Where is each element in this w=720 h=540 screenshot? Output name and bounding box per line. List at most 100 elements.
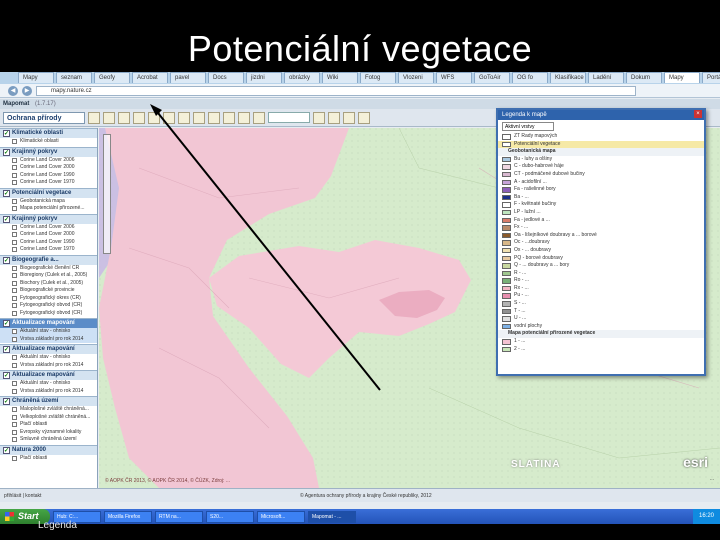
browser-tab[interactable]: Acrobat (132, 72, 168, 83)
layer-item[interactable]: Corine Land Cover 2006 (0, 224, 97, 232)
layer-item[interactable]: Aktuální stav - ohnisko (0, 354, 97, 362)
browser-tab[interactable]: Wiki (322, 72, 358, 83)
layer-group-checkbox[interactable]: ✓ (3, 398, 10, 405)
layer-checkbox[interactable] (12, 381, 17, 386)
layer-checkbox[interactable] (12, 407, 17, 412)
browser-tab[interactable]: seznam (56, 72, 92, 83)
browser-tab[interactable]: Mapy (18, 72, 54, 83)
taskbar-item[interactable]: RTM na... (155, 510, 203, 523)
layer-item[interactable]: Ptačí oblasti (0, 455, 97, 463)
layer-item[interactable]: Klimatické oblasti (0, 138, 97, 146)
layer-group-header[interactable]: ✓ Chráněná území (0, 396, 97, 406)
layer-checkbox[interactable] (12, 172, 17, 178)
home-icon[interactable] (328, 111, 340, 124)
layer-item[interactable]: Fytogeografický obvod (ČR) (0, 302, 97, 310)
layer-group-header[interactable]: ✓ Krajinný pokryv (0, 213, 97, 224)
layer-checkbox[interactable] (12, 157, 17, 163)
layer-checkbox[interactable] (12, 247, 17, 252)
pan-icon[interactable] (133, 111, 145, 124)
layer-checkbox[interactable] (12, 232, 17, 237)
layer-item[interactable]: Fytogeografický obvod (ČR) (0, 310, 97, 318)
layer-item[interactable]: Vrstva základní pro rok 2014 (0, 388, 97, 396)
layer-group-header[interactable]: ✓ Potenciální vegetace (0, 187, 97, 198)
browser-tab[interactable]: Dokum (626, 72, 662, 83)
layer-item[interactable]: Corine Land Cover 1970 (0, 246, 97, 254)
layer-checkbox[interactable] (12, 180, 17, 185)
layer-group-checkbox[interactable]: ✓ (3, 446, 10, 454)
layer-item[interactable]: Smluvně chráněná území (0, 436, 97, 444)
layer-item[interactable]: Biogeografické provincie (0, 287, 97, 295)
draw-icon[interactable] (238, 111, 250, 124)
scale-input[interactable] (268, 112, 310, 123)
layer-item[interactable]: Geobotanická mapa (0, 198, 97, 206)
browser-tab[interactable]: OG fo (512, 72, 548, 83)
layer-item[interactable]: Corine Land Cover 2006 (0, 157, 97, 165)
layer-checkbox[interactable] (12, 388, 17, 394)
layer-group-checkbox[interactable]: ✓ (3, 189, 10, 197)
zoom-slider[interactable] (103, 134, 111, 254)
layer-item[interactable]: Evropsky významné lokality (0, 429, 97, 437)
layer-item[interactable]: Velkoplošné zvláště chráněná... (0, 414, 97, 422)
browser-tab[interactable]: Mapy (664, 72, 700, 83)
layer-item[interactable]: Biochory (Culek et al., 2005) (0, 280, 97, 288)
layer-item[interactable]: Maloplošné zvláště chráněná... (0, 406, 97, 414)
layer-item[interactable]: Vrstva základní pro rok 2014 (0, 362, 97, 370)
browser-tab[interactable]: Klasifikace (550, 72, 586, 83)
layer-item[interactable]: Corine Land Cover 1990 (0, 172, 97, 180)
layer-item[interactable]: Corine Land Cover 2000 (0, 231, 97, 239)
layer-checkbox[interactable] (12, 303, 17, 308)
select-icon[interactable] (223, 111, 235, 124)
layer-group-checkbox[interactable]: ✓ (3, 130, 10, 137)
browser-tab[interactable]: Geofy (94, 72, 130, 83)
layer-checkbox[interactable] (12, 295, 17, 301)
info-icon[interactable] (208, 111, 220, 124)
layer-item[interactable]: Ptačí oblasti (0, 421, 97, 429)
zoom-in-icon[interactable] (103, 111, 115, 124)
layer-group-header[interactable]: ✓ Krajinný pokryv (0, 146, 97, 157)
taskbar-item[interactable]: Mapomat - ... (308, 510, 356, 523)
layer-group-checkbox[interactable]: ✓ (3, 320, 10, 327)
layer-checkbox[interactable] (12, 329, 17, 334)
taskbar-item[interactable]: Microsoft... (257, 510, 305, 523)
layer-group-header[interactable]: ✓ Biogeografie a... (0, 254, 97, 265)
identify-icon[interactable] (148, 111, 160, 124)
layers-icon[interactable] (178, 111, 190, 124)
layer-checkbox[interactable] (12, 239, 17, 245)
browser-tab[interactable]: GoToAir (474, 72, 510, 83)
layer-checkbox[interactable] (12, 265, 17, 271)
layer-item[interactable]: Fytogeografický okres (ČR) (0, 295, 97, 303)
close-icon[interactable]: × (694, 110, 702, 118)
layer-checkbox[interactable] (12, 206, 17, 211)
taskbar-item[interactable]: Mozilla Firefox (104, 510, 152, 523)
browser-tab[interactable]: jizdni (246, 72, 282, 83)
layer-checkbox[interactable] (12, 422, 17, 427)
back-icon[interactable]: ◀ (8, 85, 18, 96)
layer-group-header[interactable]: ✓ Aktualizace mapování (0, 370, 97, 380)
taskbar-item[interactable]: S20... (206, 510, 254, 523)
url-input[interactable]: mapy.nature.cz (36, 85, 636, 96)
layer-checkbox[interactable] (12, 280, 17, 286)
browser-tab[interactable]: Docs (208, 72, 244, 83)
layer-item[interactable]: Corine Land Cover 2000 (0, 164, 97, 172)
help-icon[interactable] (358, 111, 370, 124)
print-icon[interactable] (88, 111, 100, 124)
layer-group-checkbox[interactable]: ✓ (3, 148, 10, 156)
layer-checkbox[interactable] (12, 288, 17, 293)
layer-checkbox[interactable] (12, 429, 17, 435)
layer-group-checkbox[interactable]: ✓ (3, 256, 10, 264)
layer-item[interactable]: Corine Land Cover 1990 (0, 239, 97, 247)
status-links[interactable]: přihlásit | kontakt (4, 493, 41, 499)
layer-checkbox[interactable] (12, 165, 17, 170)
layer-checkbox[interactable] (12, 362, 17, 368)
layer-theme-select[interactable]: Ochrana přírody (3, 111, 85, 124)
browser-tab[interactable]: Fotog (360, 72, 396, 83)
layer-group-checkbox[interactable]: ✓ (3, 372, 10, 379)
layer-checkbox[interactable] (12, 139, 17, 144)
layer-group-header[interactable]: ✓ Aktualizace mapování (0, 344, 97, 354)
layer-item[interactable]: Aktuální stav - ohnisko (0, 380, 97, 388)
zoom-out-icon[interactable] (118, 111, 130, 124)
layer-group-header[interactable]: ✓ Aktualizace mapování (0, 318, 97, 328)
layer-group-header[interactable]: ✓ Natura 2000 (0, 444, 97, 455)
layer-checkbox[interactable] (12, 310, 17, 316)
browser-tab[interactable]: pavel (170, 72, 206, 83)
